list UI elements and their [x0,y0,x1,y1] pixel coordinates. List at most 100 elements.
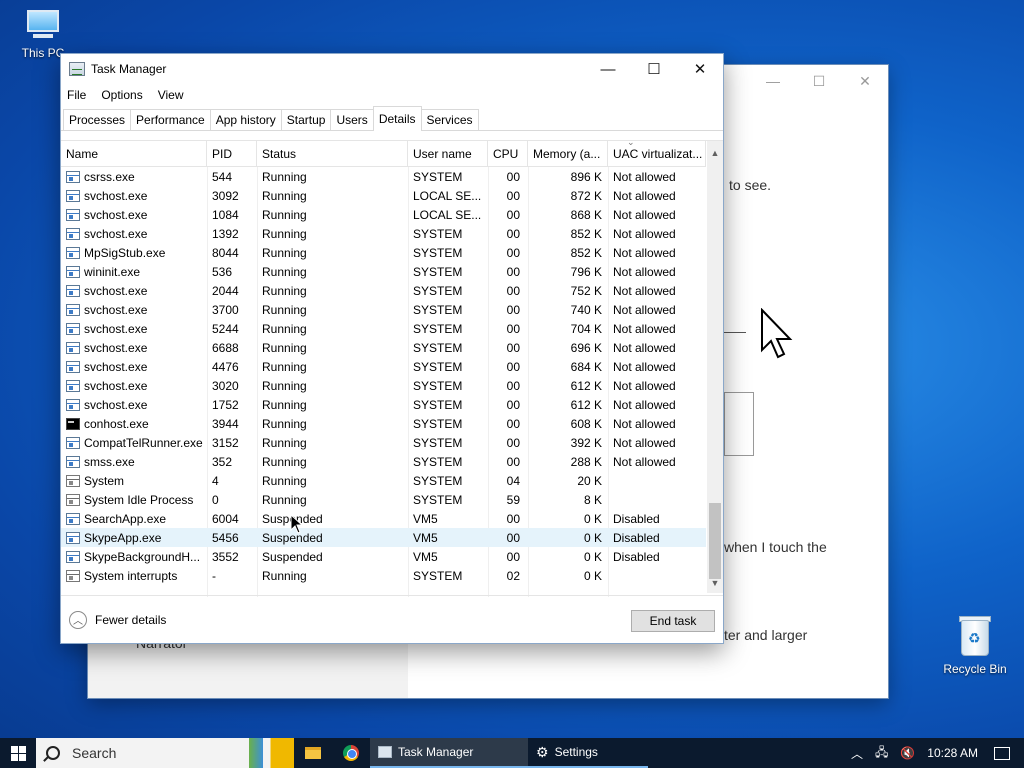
cell-user: SYSTEM [408,300,488,319]
table-row[interactable]: svchost.exe 1752 Running SYSTEM 00 612 K Not a… [61,395,706,414]
close-icon[interactable]: ✕ [842,65,888,97]
search-placeholder: Search [72,745,117,761]
table-row[interactable]: conhost.exe 3944 Running SYSTEM 00 608 K Not a… [61,414,706,433]
table-row[interactable]: SearchApp.exe 6004 Suspended VM5 00 0 K Disabl… [61,509,706,528]
news-weather-icon[interactable] [238,738,294,768]
network-icon[interactable]: 🖧 [875,743,888,764]
cell-user-text: SYSTEM [413,340,463,355]
column-header-cpu[interactable]: CPU [488,141,528,166]
cell-name: SearchApp.exe [61,509,207,528]
table-row[interactable]: wininit.exe 536 Running SYSTEM 00 796 K Not al… [61,262,706,281]
settings-text-see: to see. [729,177,772,193]
table-row[interactable]: System 4 Running SYSTEM 04 20 K [61,471,706,490]
taskbar-task-manager[interactable]: Task Manager [370,738,528,768]
table-row[interactable]: svchost.exe 1392 Running SYSTEM 00 852 K Not a… [61,224,706,243]
cell-pid-text: 1084 [212,207,239,222]
cell-user-text: VM5 [413,511,438,526]
maximize-button[interactable]: ☐ [631,54,677,84]
close-button[interactable]: ✕ [677,54,723,84]
cell-uac-text: Not allowed [613,416,676,431]
cell-status: Running [257,433,408,452]
scroll-thumb[interactable] [709,503,721,579]
table-row[interactable]: MpSigStub.exe 8044 Running SYSTEM 00 852 K Not… [61,243,706,262]
file-explorer-button[interactable] [294,738,332,768]
process-icon [66,360,80,373]
notification-icon[interactable] [994,746,1010,760]
minimize-icon[interactable]: — [750,65,796,97]
cell-cpu: 00 [488,186,528,205]
search-icon [46,746,60,760]
table-row[interactable]: System interrupts - Running SYSTEM 02 0 K [61,566,706,585]
table-row[interactable]: svchost.exe 2044 Running SYSTEM 00 752 K Not a… [61,281,706,300]
clock[interactable]: 10:28 AM [927,746,978,760]
start-button[interactable] [0,738,36,768]
cell-uac-text: Not allowed [613,226,676,241]
tab-users[interactable]: Users [330,109,374,130]
menu-view[interactable]: View [158,88,184,102]
cell-memory: 872 K [528,186,608,205]
table-row[interactable]: csrss.exe 544 Running SYSTEM 00 896 K Not allo… [61,167,706,186]
chrome-button[interactable] [332,738,370,768]
table-row[interactable]: System Idle Process 0 Running SYSTEM 59 8 K [61,490,706,509]
table-row[interactable]: svchost.exe 3092 Running LOCAL SE... 00 872 K… [61,186,706,205]
taskbar-settings[interactable]: ⚙ Settings [528,738,648,768]
cell-name-text: System interrupts [84,568,178,583]
cell-user: SYSTEM [408,319,488,338]
cell-user-text: SYSTEM [413,283,463,298]
cell-user: SYSTEM [408,167,488,186]
table-row[interactable]: CompatTelRunner.exe 3152 Running SYSTEM 00 39… [61,433,706,452]
fewer-details-link[interactable]: ︿ Fewer details [69,610,166,629]
cell-cpu-text: 00 [506,169,520,184]
tab-startup[interactable]: Startup [280,109,332,130]
volume-muted-icon[interactable]: 🔇 [900,746,915,760]
column-header-status[interactable]: Status [257,141,408,166]
column-header-user[interactable]: User name [408,141,488,166]
title-bar[interactable]: Task Manager — ☐ ✕ [61,54,723,84]
column-header-name[interactable]: Name [61,141,207,166]
cell-uac [608,471,706,490]
cell-cpu: 00 [488,414,528,433]
table-row[interactable]: svchost.exe 3700 Running SYSTEM 00 740 K Not a… [61,300,706,319]
cell-status: Suspended [257,528,408,547]
recycle-bin-shortcut[interactable]: ♻ Recycle Bin [940,614,1010,676]
column-header-memory[interactable]: Memory (a... [528,141,608,166]
cell-status-text: Running [262,321,307,336]
table-row[interactable]: SkypeApp.exe 5456 Suspended VM5 00 0 K Disable… [61,528,706,547]
cell-cpu: 00 [488,376,528,395]
scroll-up-icon[interactable]: ▲ [707,145,723,161]
table-row[interactable]: SkypeBackgroundH... 3552 Suspended VM5 00 0 K… [61,547,706,566]
process-icon [66,436,80,449]
table-row[interactable]: svchost.exe 1084 Running LOCAL SE... 00 868 K… [61,205,706,224]
column-header-uac[interactable]: UAC virtualizat... [608,141,706,166]
cell-name-text: System Idle Process [84,492,194,507]
tab-performance[interactable]: Performance [130,109,211,130]
end-task-button[interactable]: End task [631,610,715,632]
minimize-button[interactable]: — [585,54,631,84]
maximize-icon[interactable]: ☐ [796,65,842,97]
tab-services[interactable]: Services [420,109,479,130]
cell-pid-text: 8044 [212,245,239,260]
tab-processes[interactable]: Processes [63,109,132,130]
cell-pid: 1084 [207,205,257,224]
column-header-pid[interactable]: PID [207,141,257,166]
task-manager-icon [378,746,392,758]
table-row[interactable]: svchost.exe 4476 Running SYSTEM 00 684 K Not a… [61,357,706,376]
taskbar-search-box[interactable]: Search [36,738,294,768]
tab-details[interactable]: Details [372,106,422,131]
task-manager-window[interactable]: Task Manager — ☐ ✕ File Options View Pro… [60,53,724,644]
menu-options[interactable]: Options [101,88,142,102]
tab-app-history[interactable]: App history [209,109,282,130]
cell-uac-text: Disabled [613,549,660,564]
menu-file[interactable]: File [67,88,86,102]
table-row[interactable]: svchost.exe 3020 Running SYSTEM 00 612 K Not a… [61,376,706,395]
cell-pid: 3152 [207,433,257,452]
table-row[interactable]: smss.exe 352 Running SYSTEM 00 288 K Not allow… [61,452,706,471]
table-row[interactable]: svchost.exe 5244 Running SYSTEM 00 704 K Not a… [61,319,706,338]
chevron-up-icon[interactable]: ︿ [851,745,863,762]
cell-name-text: SkypeBackgroundH... [84,549,201,564]
table-row[interactable]: svchost.exe 6688 Running SYSTEM 00 696 K Not a… [61,338,706,357]
cell-uac: Disabled [608,547,706,566]
cell-pid: 0 [207,490,257,509]
vertical-scrollbar[interactable]: ▲ ▼ [707,141,723,593]
scroll-down-icon[interactable]: ▼ [707,575,723,591]
